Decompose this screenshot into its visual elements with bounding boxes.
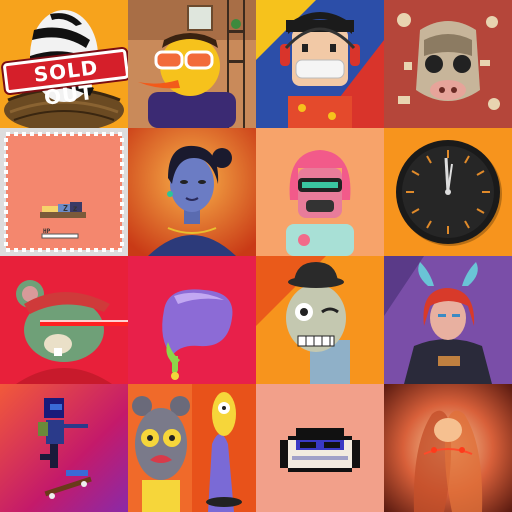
fiery-figures-art (384, 384, 512, 512)
headphones-boy-art (256, 0, 384, 128)
sleep-label: Z z (63, 204, 78, 213)
tile-zebra-egg[interactable]: SOLD OUT (0, 0, 128, 128)
nft-gallery-grid: SOLD OUT Z z HP (0, 0, 512, 512)
clock-art (384, 128, 512, 256)
skull-mask-art (384, 0, 512, 128)
pixel-skater-art (0, 384, 128, 512)
zombie-hat-art (256, 256, 384, 384)
tile-pixel-skater[interactable] (0, 384, 128, 512)
tile-horned-warrior[interactable] (384, 256, 512, 384)
pixel-shades-art (256, 384, 384, 512)
tile-pixel-shades[interactable] (256, 384, 384, 512)
tile-headphones-boy[interactable] (256, 0, 384, 128)
purple-blob-art (128, 256, 256, 384)
two-creatures-art (128, 384, 256, 512)
laser-mouse-art (0, 256, 128, 384)
tile-fiery-figures[interactable] (384, 384, 512, 512)
tile-skull-mask[interactable] (384, 0, 512, 128)
horned-warrior-art (384, 256, 512, 384)
pixel-stamp-art (0, 128, 128, 256)
tile-blue-woman[interactable] (128, 128, 256, 256)
tile-goggles-character[interactable] (128, 0, 256, 128)
tile-pink-cyborg[interactable] (256, 128, 384, 256)
tile-laser-mouse[interactable] (0, 256, 128, 384)
hp-label: HP (43, 228, 51, 235)
tile-two-creatures[interactable] (128, 384, 256, 512)
blue-woman-art (128, 128, 256, 256)
pink-cyborg-art (256, 128, 384, 256)
tile-pixel-stamp[interactable]: Z z HP (0, 128, 128, 256)
goggles-character-art (128, 0, 256, 128)
tile-clock[interactable] (384, 128, 512, 256)
tile-purple-blob[interactable] (128, 256, 256, 384)
tile-zombie-hat[interactable] (256, 256, 384, 384)
